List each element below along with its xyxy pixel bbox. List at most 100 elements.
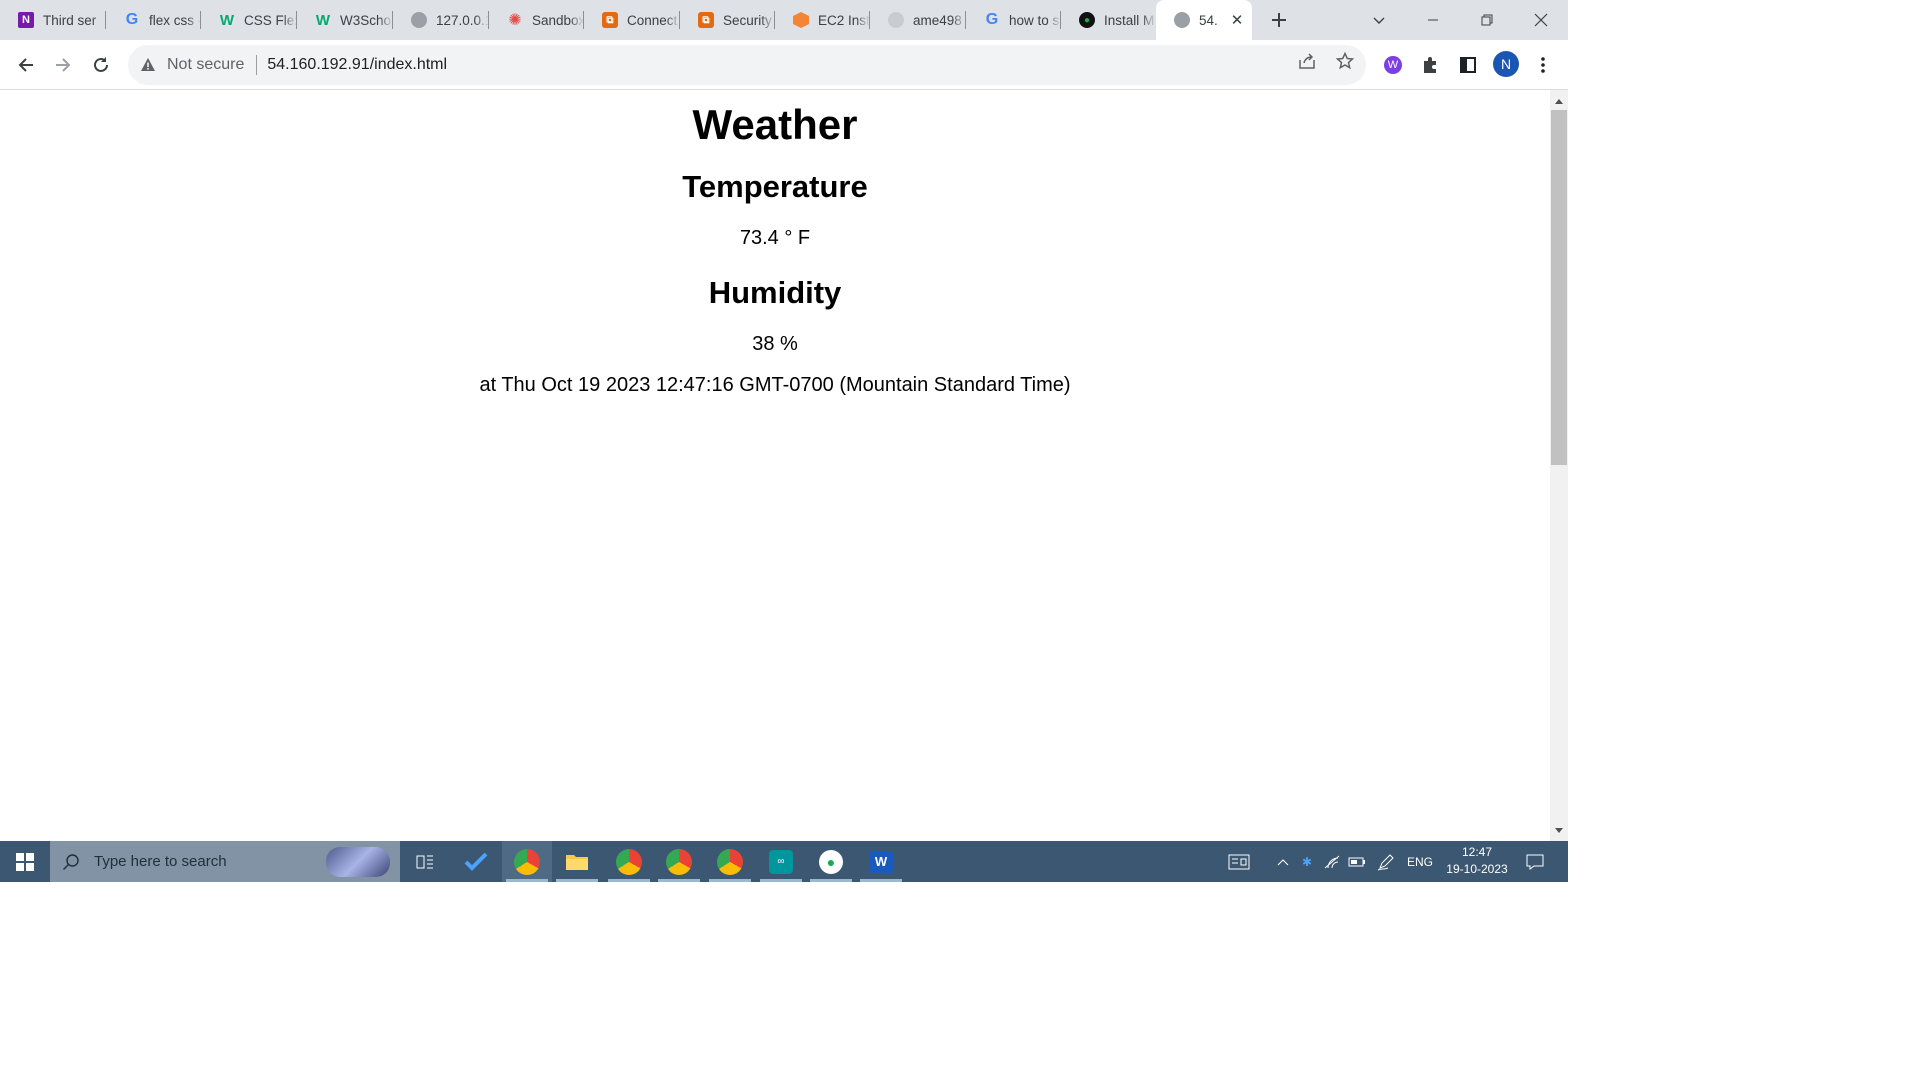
chrome-profile-n-icon[interactable] <box>502 841 552 882</box>
news-widget-icon[interactable] <box>1222 841 1256 882</box>
page-title: Weather <box>692 101 858 148</box>
close-window-button[interactable] <box>1518 0 1564 40</box>
tab-label: 54. <box>1199 12 1218 28</box>
tab-how-to[interactable]: G how to s <box>966 0 1061 40</box>
extension-icon[interactable]: W <box>1381 53 1405 77</box>
tab-security[interactable]: ⧉ Security <box>680 0 775 40</box>
tab-label: CSS Flex <box>244 12 297 28</box>
language-indicator[interactable]: ENG <box>1402 841 1438 882</box>
tab-sandbox[interactable]: ✺ Sandbox <box>489 0 584 40</box>
menu-kebab-icon[interactable] <box>1531 53 1555 77</box>
arduino-icon[interactable]: ∞ <box>756 841 806 882</box>
scrollbar-thumb[interactable] <box>1551 110 1567 465</box>
clock-date: 19-10-2023 <box>1446 862 1508 876</box>
mongodb-compass-icon[interactable]: ● <box>806 841 856 882</box>
google-icon: G <box>125 11 139 28</box>
battery-icon[interactable] <box>1345 841 1369 882</box>
back-arrow-icon <box>18 58 33 72</box>
address-bar[interactable]: Not secure 54.160.192.91/index.html <box>128 45 1366 85</box>
tab-w3schools[interactable]: W W3Scho <box>297 0 393 40</box>
tab-ec2[interactable]: EC2 Inst <box>775 0 870 40</box>
search-placeholder: Type here to search <box>94 853 227 870</box>
windows-taskbar: Type here to search ∞ ● W ✱ ENG 12:47 19… <box>0 841 1568 882</box>
mongodb-icon: ● <box>1079 12 1095 28</box>
forward-arrow-icon <box>56 58 71 72</box>
tab-localhost[interactable]: 127.0.0.1 <box>393 0 489 40</box>
github-icon <box>888 12 904 28</box>
security-label[interactable]: Not secure <box>167 56 244 74</box>
restore-button[interactable] <box>1464 0 1510 40</box>
sandbox-icon: ✺ <box>508 12 522 29</box>
tab-label: ame498 <box>913 12 966 28</box>
bluetooth-icon[interactable]: ✱ <box>1296 841 1318 882</box>
humidity-heading: Humidity <box>708 274 842 310</box>
browser-toolbar: Not secure 54.160.192.91/index.html W N <box>0 40 1568 90</box>
extensions-puzzle-icon[interactable] <box>1418 53 1442 77</box>
globe-icon <box>1174 12 1190 28</box>
bookmark-star-icon[interactable] <box>1335 51 1355 71</box>
tab-active-weather[interactable]: 54. ✕ <box>1156 0 1252 40</box>
system-clock[interactable]: 12:47 19-10-2023 <box>1440 844 1514 878</box>
close-tab-icon[interactable]: ✕ <box>1222 11 1252 29</box>
chrome-icon[interactable] <box>654 841 704 882</box>
share-icon[interactable] <box>1297 51 1317 71</box>
w3schools-icon: W <box>315 11 331 29</box>
side-panel-icon[interactable] <box>1456 53 1480 77</box>
google-icon: G <box>985 11 999 28</box>
minimize-button[interactable] <box>1410 0 1456 40</box>
tab-label: Connect <box>627 12 680 28</box>
warning-icon[interactable] <box>140 57 156 73</box>
w3schools-icon: W <box>219 11 235 29</box>
aws-icon: ⧉ <box>602 12 618 28</box>
profile-avatar[interactable]: N <box>1493 51 1519 77</box>
clock-time: 12:47 <box>1461 845 1493 859</box>
notifications-icon[interactable] <box>1520 841 1550 882</box>
tab-search-chevron-icon[interactable] <box>1356 0 1402 40</box>
tab-label: EC2 Inst <box>818 12 870 28</box>
forward-button[interactable] <box>47 49 79 81</box>
back-button[interactable] <box>10 49 42 81</box>
humidity-value: 38 % <box>752 332 798 355</box>
tab-label: W3Scho <box>340 12 393 28</box>
tab-label: Sandbox <box>532 12 584 28</box>
start-button[interactable] <box>0 841 50 882</box>
aws-icon: ⧉ <box>698 12 714 28</box>
tab-css-flex[interactable]: W CSS Flex <box>201 0 297 40</box>
chrome-icon[interactable] <box>705 841 755 882</box>
tab-label: flex css - <box>149 12 201 28</box>
reload-icon <box>94 57 108 72</box>
windows-logo-icon <box>16 852 34 871</box>
new-tab-button[interactable] <box>1256 0 1302 40</box>
temperature-value: 73.4 ° F <box>739 226 811 249</box>
scroll-up-icon[interactable] <box>1550 92 1568 110</box>
ec2-icon <box>793 12 809 28</box>
onenote-icon: N <box>18 12 34 28</box>
scroll-down-icon[interactable] <box>1550 822 1568 840</box>
url-text[interactable]: 54.160.192.91/index.html <box>267 56 447 74</box>
page-content: Weather Temperature 73.4 ° F Humidity 38… <box>0 90 1550 841</box>
taskbar-search[interactable]: Type here to search <box>50 841 400 882</box>
show-hidden-icons-chevron-icon[interactable] <box>1272 841 1294 882</box>
wifi-icon[interactable] <box>1320 841 1344 882</box>
tab-connect[interactable]: ⧉ Connect <box>584 0 680 40</box>
reload-button[interactable] <box>85 49 117 81</box>
chrome-icon[interactable] <box>604 841 654 882</box>
pen-workspace-icon[interactable] <box>1373 841 1399 882</box>
tab-github[interactable]: ame498 <box>870 0 966 40</box>
temperature-heading: Temperature <box>682 169 868 205</box>
globe-icon <box>411 12 427 28</box>
word-icon[interactable]: W <box>856 841 906 882</box>
tab-onenote[interactable]: N Third ser <box>0 0 106 40</box>
tab-install-mongodb[interactable]: ● Install M <box>1061 0 1156 40</box>
tab-label: Third ser <box>43 12 106 28</box>
task-view-icon[interactable] <box>400 841 450 882</box>
todo-app-icon[interactable] <box>451 841 501 882</box>
search-highlight-image[interactable] <box>326 847 390 877</box>
tab-label: Security <box>723 12 775 28</box>
file-explorer-icon[interactable] <box>552 841 602 882</box>
tab-flex-css[interactable]: G flex css - <box>106 0 201 40</box>
timestamp: at Thu Oct 19 2023 12:47:16 GMT-0700 (Mo… <box>479 373 1071 396</box>
tab-label: Install M <box>1104 12 1156 28</box>
tab-strip: N Third ser G flex css - W CSS Flex W W3… <box>0 0 1568 40</box>
search-icon <box>63 853 79 870</box>
